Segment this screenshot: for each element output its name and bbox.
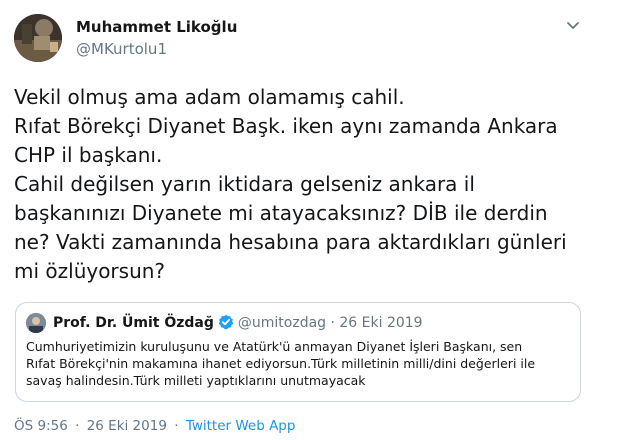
avatar-photo-icon xyxy=(26,313,46,333)
quoted-tweet[interactable]: Prof. Dr. Ümit Özdağ @umitozdag · 26 Eki … xyxy=(15,302,581,402)
verified-badge-icon xyxy=(218,314,234,334)
footer-separator: · xyxy=(75,418,80,434)
quoted-text-line: savaş halindesin.Türk milleti yaptıkları… xyxy=(26,373,366,388)
tweet-text-line: CHP il başkanı. xyxy=(14,143,163,167)
tweet-text-line: Rıfat Börekçi Diyanet Başk. iken aynı za… xyxy=(14,114,558,138)
quoted-author-name[interactable]: Prof. Dr. Ümit Özdağ xyxy=(53,315,214,331)
author-avatar[interactable] xyxy=(14,14,62,62)
tweet-date[interactable]: 26 Eki 2019 xyxy=(87,418,167,434)
tweet-text: Vekil olmuş ama adam olamamış cahil. Rıf… xyxy=(14,83,609,286)
avatar-photo-icon xyxy=(14,14,62,62)
quoted-date: · 26 Eki 2019 xyxy=(330,315,423,331)
footer-separator: · xyxy=(174,418,179,434)
quoted-author-avatar[interactable] xyxy=(26,313,46,333)
tweet-text-line: mi özlüyorsun? xyxy=(14,259,166,283)
author-handle[interactable]: @MKurtolu1 xyxy=(76,40,167,58)
tweet-source-link[interactable]: Twitter Web App xyxy=(186,418,296,434)
tweet-card: Muhammet Likoğlu @MKurtolu1 Vekil olmuş … xyxy=(0,0,629,440)
quoted-header: Prof. Dr. Ümit Özdağ @umitozdag · 26 Eki … xyxy=(53,314,423,334)
tweet-time[interactable]: ÖS 9:56 xyxy=(14,418,68,434)
tweet-footer: ÖS 9:56 · 26 Eki 2019 · Twitter Web App xyxy=(14,418,295,434)
tweet-text-line: ne? Vakti zamanında hesabına para aktard… xyxy=(14,230,567,254)
quoted-author-handle[interactable]: @umitozdag xyxy=(238,315,326,331)
quoted-text-line: Cumhuriyetimizin kuruluşunu ve Atatürk'ü… xyxy=(26,339,523,354)
quoted-text-line: Rıfat Börekçi'nin makamına ihanet ediyor… xyxy=(26,356,536,371)
tweet-text-line: Cahil değilsen yarın iktidara gelseniz a… xyxy=(14,172,475,196)
tweet-text-line: başkanınızı Diyanete mi atayacaksınız? D… xyxy=(14,201,548,225)
quoted-text: Cumhuriyetimizin kuruluşunu ve Atatürk'ü… xyxy=(26,338,574,389)
chevron-down-icon[interactable] xyxy=(564,18,582,32)
author-name[interactable]: Muhammet Likoğlu xyxy=(76,18,237,36)
tweet-text-line: Vekil olmuş ama adam olamamış cahil. xyxy=(14,85,405,109)
